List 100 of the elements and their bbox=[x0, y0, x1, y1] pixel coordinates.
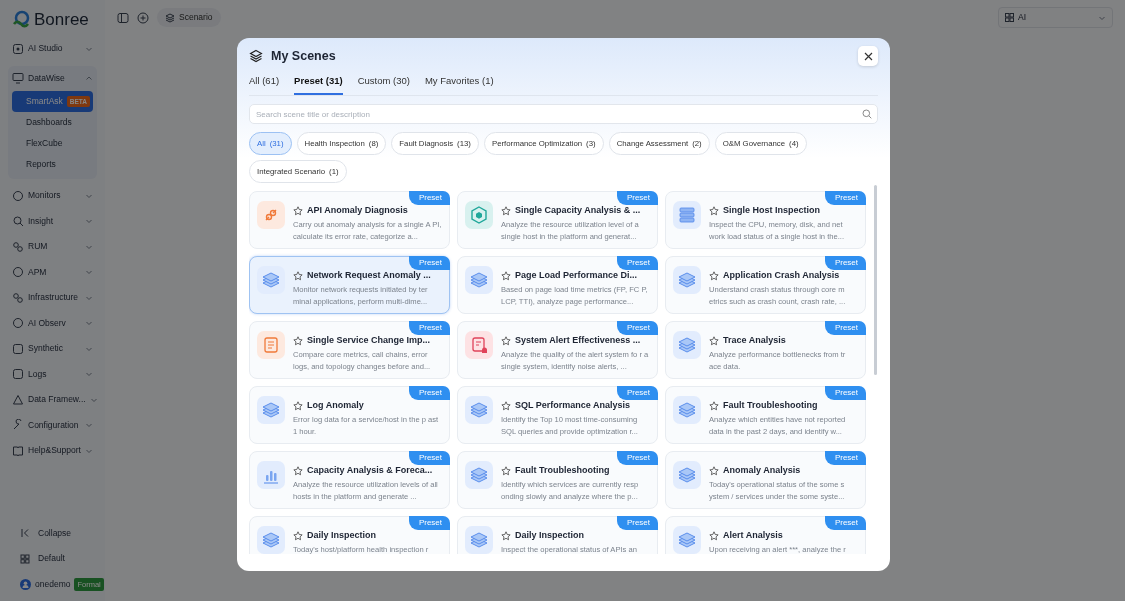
nav-item[interactable]: Logs bbox=[8, 361, 97, 387]
nav-subitem[interactable]: FlexCube bbox=[12, 133, 93, 154]
star-icon[interactable] bbox=[293, 400, 303, 411]
circle-icon bbox=[12, 189, 24, 202]
nav-item[interactable]: RUM bbox=[8, 234, 97, 260]
star-icon[interactable] bbox=[501, 335, 511, 346]
nav-item[interactable]: Help&Support bbox=[8, 438, 97, 464]
nav-item[interactable]: AI Studio bbox=[8, 36, 97, 62]
nav-item[interactable]: DataWise bbox=[8, 65, 97, 91]
sidebar-toggle-icon[interactable] bbox=[117, 11, 129, 24]
close-button[interactable] bbox=[858, 46, 878, 66]
model-select[interactable]: AI bbox=[998, 7, 1113, 28]
nav-item[interactable]: APM bbox=[8, 259, 97, 285]
preset-badge: Preset bbox=[824, 451, 866, 466]
square-icon bbox=[12, 368, 24, 381]
logo-text: Bonree bbox=[34, 10, 89, 28]
star-icon[interactable] bbox=[709, 400, 719, 411]
preset-badge: Preset bbox=[824, 386, 866, 401]
dialog-title: My Scenes bbox=[271, 47, 337, 65]
layers-icon bbox=[673, 461, 701, 490]
card-title: Page Load Performance Di... bbox=[515, 269, 638, 283]
nav-item[interactable]: Infrastructure bbox=[8, 285, 97, 311]
star-icon[interactable] bbox=[501, 530, 511, 541]
card-title: Network Request Anomaly ... bbox=[307, 269, 431, 283]
search-field[interactable]: Search scene title or description bbox=[249, 104, 878, 125]
layers-icon bbox=[465, 526, 493, 555]
preset-badge: Preset bbox=[408, 321, 450, 336]
bar-chart-icon bbox=[257, 461, 285, 490]
card-title: Trace Analysis bbox=[723, 334, 786, 348]
server-icon bbox=[673, 201, 701, 230]
star-icon[interactable] bbox=[709, 270, 719, 281]
square-icon bbox=[12, 342, 24, 355]
document-icon bbox=[257, 331, 285, 360]
card-title: Alert Analysis bbox=[723, 529, 783, 543]
card-title: Log Anomaly bbox=[307, 399, 364, 413]
card-title: System Alert Effectiveness ... bbox=[515, 334, 641, 348]
star-icon[interactable] bbox=[293, 205, 303, 216]
preset-badge: Preset bbox=[824, 256, 866, 271]
layers-icon bbox=[465, 461, 493, 490]
star-icon[interactable] bbox=[293, 465, 303, 476]
square-icon bbox=[12, 42, 24, 55]
search-icon bbox=[12, 215, 24, 228]
grid-icon bbox=[20, 553, 30, 564]
add-icon[interactable] bbox=[137, 11, 149, 24]
avatar-icon bbox=[20, 578, 31, 590]
preset-badge: Preset bbox=[408, 256, 450, 271]
star-icon[interactable] bbox=[501, 270, 511, 281]
star-icon[interactable] bbox=[501, 205, 511, 216]
nav-item[interactable]: Insight bbox=[8, 208, 97, 234]
layers-icon bbox=[257, 526, 285, 555]
nav-item[interactable]: Configuration bbox=[8, 412, 97, 438]
card-title: Single Service Change Imp... bbox=[307, 334, 431, 348]
star-icon[interactable] bbox=[293, 270, 303, 281]
card-title: Capacity Analysis & Foreca... bbox=[307, 464, 433, 478]
card-title: Daily Inspection bbox=[515, 529, 585, 543]
preset-badge: Preset bbox=[408, 516, 450, 531]
tab[interactable]: My Favorites (1) bbox=[424, 70, 494, 96]
preset-badge: Preset bbox=[824, 516, 866, 531]
card-title: SQL Performance Analysis bbox=[515, 399, 631, 413]
star-icon[interactable] bbox=[501, 400, 511, 411]
circle-icon bbox=[12, 266, 24, 279]
layers-icon bbox=[257, 396, 285, 425]
nav-item[interactable]: Monitors bbox=[8, 183, 97, 209]
card-title: Single Capacity Analysis & ... bbox=[515, 204, 641, 218]
star-icon[interactable] bbox=[501, 465, 511, 476]
layers-icon bbox=[673, 331, 701, 360]
close-icon bbox=[863, 51, 873, 61]
nav-subitem[interactable]: Reports bbox=[12, 154, 93, 175]
grid-icon bbox=[1005, 13, 1014, 22]
nav-item[interactable]: AI Observ bbox=[8, 310, 97, 336]
tab[interactable]: All (61) bbox=[249, 70, 280, 96]
star-icon[interactable] bbox=[709, 465, 719, 476]
collapse-button[interactable]: Collapse bbox=[16, 520, 97, 546]
layers-icon bbox=[257, 266, 285, 295]
scrollbar[interactable] bbox=[874, 185, 877, 376]
card-title: Daily Inspection bbox=[307, 529, 377, 543]
scenario-button[interactable]: Scenario bbox=[157, 8, 221, 27]
star-icon[interactable] bbox=[709, 335, 719, 346]
search-icon bbox=[862, 109, 872, 120]
nav-item[interactable]: Synthetic bbox=[8, 336, 97, 362]
preset-badge: Preset bbox=[616, 321, 658, 336]
layers-icon bbox=[165, 12, 175, 23]
star-icon[interactable] bbox=[709, 530, 719, 541]
plug-icon bbox=[257, 201, 285, 230]
user-name: onedemo bbox=[35, 577, 71, 591]
workspace-button[interactable]: Default bbox=[16, 546, 97, 572]
star-icon[interactable] bbox=[709, 205, 719, 216]
layers-icon bbox=[673, 266, 701, 295]
card-title: Application Crash Analysis bbox=[723, 269, 840, 283]
tab[interactable]: Preset (31) bbox=[294, 70, 343, 96]
card-title: API Anomaly Diagnosis bbox=[307, 204, 408, 218]
nav-subitem[interactable]: Dashboards bbox=[12, 112, 93, 133]
tab[interactable]: Custom (30) bbox=[357, 70, 410, 96]
layers-icon bbox=[465, 266, 493, 295]
star-icon[interactable] bbox=[293, 335, 303, 346]
star-icon[interactable] bbox=[293, 530, 303, 541]
card-title: Fault Troubleshooting bbox=[723, 399, 818, 413]
circle-icon bbox=[12, 317, 24, 330]
nav-item[interactable]: Data Framew... bbox=[8, 387, 97, 413]
layers-icon bbox=[673, 526, 701, 555]
